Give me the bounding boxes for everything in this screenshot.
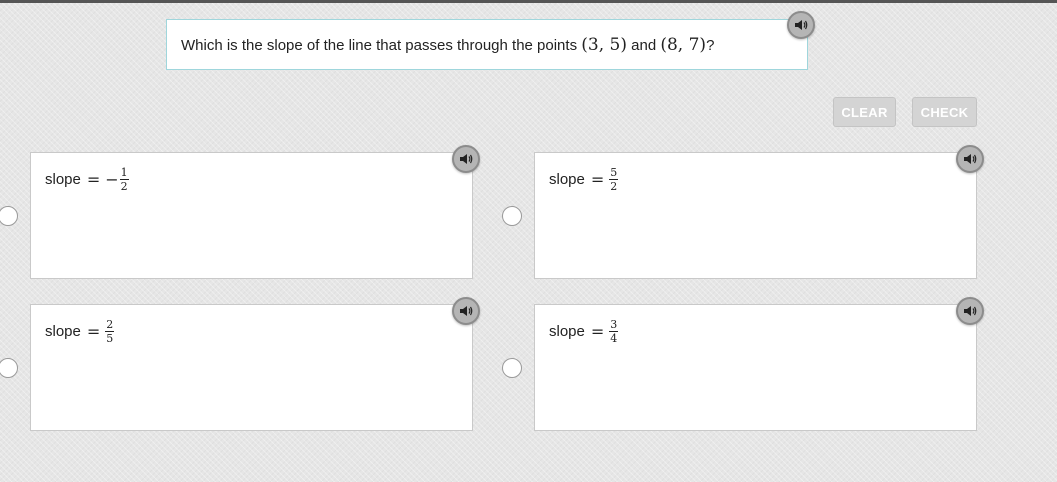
option-a-equals: = bbox=[86, 170, 101, 189]
clear-button[interactable]: CLEAR bbox=[833, 97, 896, 127]
option-d-equals: = bbox=[590, 322, 605, 341]
option-d-card[interactable]: slope = 3 4 bbox=[534, 304, 977, 431]
option-b-audio-button[interactable] bbox=[956, 145, 984, 173]
option-c-text: slope = 2 5 bbox=[45, 318, 115, 345]
option-b-label: slope bbox=[549, 171, 585, 188]
option-a-numerator: 1 bbox=[120, 166, 128, 179]
option-b-text: slope = 5 2 bbox=[549, 166, 619, 193]
option-b-denominator: 2 bbox=[610, 180, 618, 193]
option-c-fraction: 2 5 bbox=[105, 318, 115, 345]
option-b-radio[interactable] bbox=[502, 206, 522, 226]
question-text: Which is the slope of the line that pass… bbox=[181, 35, 714, 55]
check-button[interactable]: CHECK bbox=[912, 97, 977, 127]
option-a-radio[interactable] bbox=[0, 206, 18, 226]
option-c-card[interactable]: slope = 2 5 bbox=[30, 304, 473, 431]
option-c-radio[interactable] bbox=[0, 358, 18, 378]
option-c-label: slope bbox=[45, 323, 81, 340]
question-box: Which is the slope of the line that pass… bbox=[166, 19, 808, 70]
option-c-numerator: 2 bbox=[106, 318, 114, 331]
option-b-card[interactable]: slope = 5 2 bbox=[534, 152, 977, 279]
question-point-2: (8, 7) bbox=[660, 35, 707, 55]
question-point-1: (3, 5) bbox=[581, 35, 627, 55]
top-bar bbox=[0, 0, 1057, 3]
option-a-text: slope = − 1 2 bbox=[45, 167, 129, 192]
question-text-middle: and bbox=[626, 37, 661, 54]
option-a-card[interactable]: slope = − 1 2 bbox=[30, 152, 473, 279]
option-d-denominator: 4 bbox=[610, 332, 618, 345]
option-d-numerator: 3 bbox=[610, 318, 618, 331]
option-c-equals: = bbox=[86, 322, 101, 341]
option-a-denominator: 2 bbox=[120, 180, 128, 193]
option-b-equals: = bbox=[590, 170, 605, 189]
option-a-sign: − bbox=[105, 170, 119, 189]
speaker-icon bbox=[964, 306, 977, 316]
option-a-fraction: 1 2 bbox=[119, 166, 129, 193]
option-c-audio-button[interactable] bbox=[452, 297, 480, 325]
option-d-label: slope bbox=[549, 323, 585, 340]
option-d-radio[interactable] bbox=[502, 358, 522, 378]
option-d-audio-button[interactable] bbox=[956, 297, 984, 325]
speaker-icon bbox=[460, 154, 473, 164]
option-b-numerator: 5 bbox=[610, 166, 618, 179]
option-a-label: slope bbox=[45, 171, 81, 188]
speaker-icon bbox=[964, 154, 977, 164]
speaker-icon bbox=[460, 306, 473, 316]
option-d-fraction: 3 4 bbox=[609, 318, 619, 345]
option-d-text: slope = 3 4 bbox=[549, 318, 619, 345]
option-c-denominator: 5 bbox=[106, 332, 114, 345]
question-audio-button[interactable] bbox=[787, 11, 815, 39]
option-b-fraction: 5 2 bbox=[609, 166, 619, 193]
speaker-icon bbox=[795, 20, 808, 30]
question-text-start: Which is the slope of the line that pass… bbox=[181, 37, 582, 54]
question-text-end: ? bbox=[706, 37, 715, 54]
option-a-audio-button[interactable] bbox=[452, 145, 480, 173]
